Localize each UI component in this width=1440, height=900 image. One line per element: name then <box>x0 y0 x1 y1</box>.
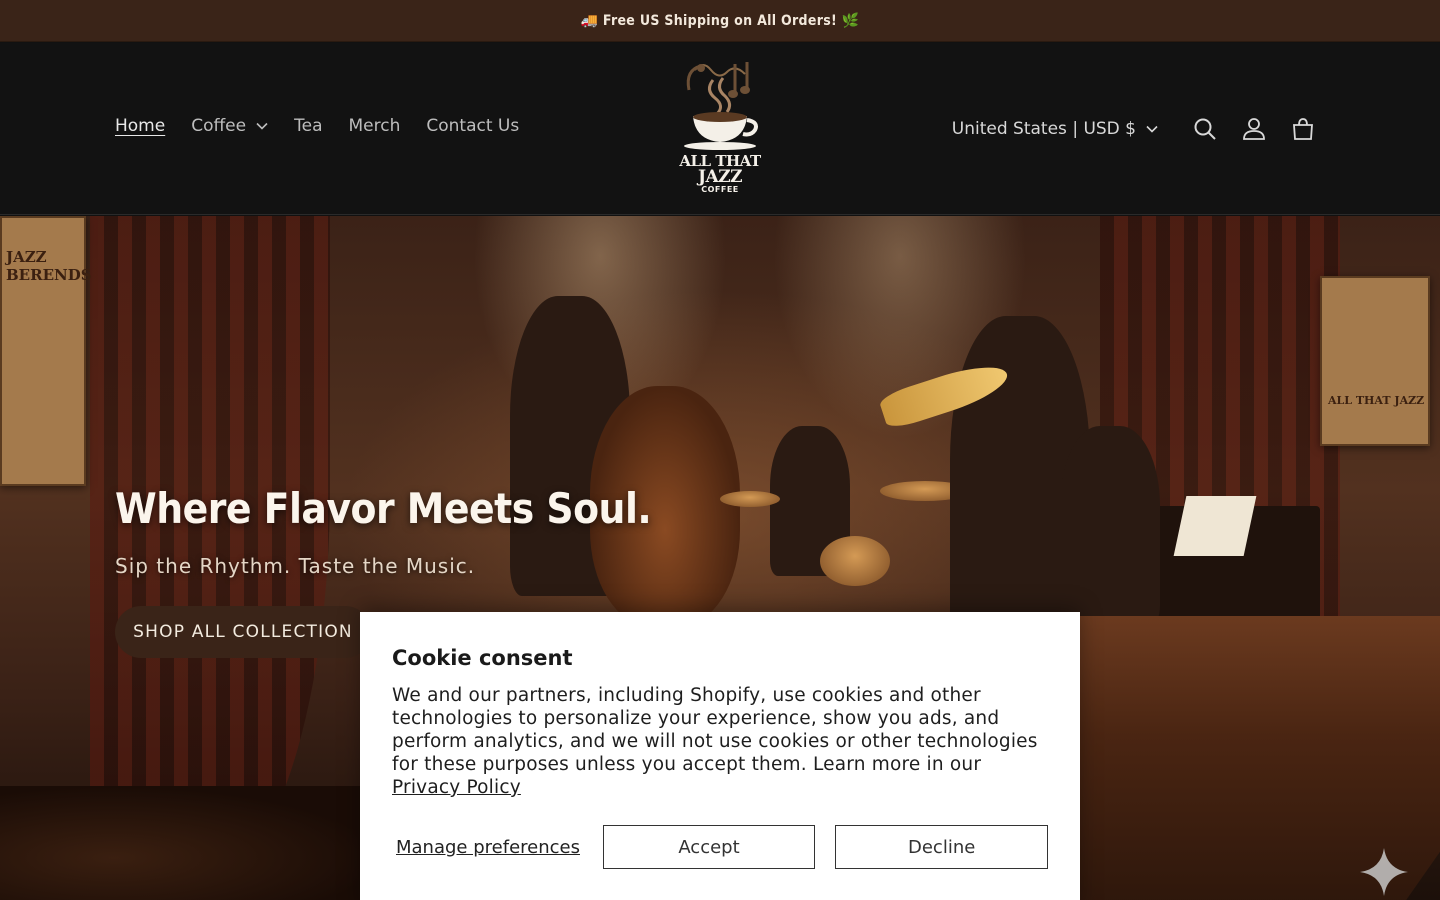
announcement-bar: 🚚 Free US Shipping on All Orders! 🌿 <box>0 0 1440 42</box>
hero-drum <box>820 536 890 586</box>
cookie-consent-dialog: Cookie consent We and our partners, incl… <box>360 612 1080 900</box>
nav-item-merch[interactable]: Merch <box>348 116 400 136</box>
nav-item-label: Coffee <box>191 116 247 136</box>
nav-item-label: Contact Us <box>426 116 520 136</box>
account-button[interactable] <box>1232 109 1276 149</box>
account-icon <box>1243 118 1265 140</box>
coffee-cup-logo-icon <box>684 62 758 150</box>
country-selector[interactable]: United States | USD $ <box>952 119 1158 139</box>
nav-item-label: Merch <box>348 116 401 136</box>
hero-poster-right: ALL THAT JAZZ <box>1320 276 1430 446</box>
announcement-text: 🚚 Free US Shipping on All Orders! 🌿 <box>580 12 860 29</box>
chevron-down-icon <box>1146 125 1158 133</box>
sparkle-icon[interactable] <box>1358 846 1410 898</box>
poster-left-text: JAZZ BERENDS <box>6 248 92 284</box>
cookie-consent-text: We and our partners, including Shopify, … <box>392 685 1038 775</box>
search-icon <box>1194 118 1216 140</box>
hero-poster-left: JAZZ BERENDS <box>0 216 92 486</box>
hero-cymbal <box>720 491 780 507</box>
manage-preferences-button[interactable]: Manage preferences <box>392 837 602 858</box>
site-logo[interactable]: ALL THAT JAZZ COFFEE <box>670 60 770 200</box>
privacy-policy-link[interactable]: Privacy Policy <box>392 777 521 798</box>
nav-item-contact-us[interactable]: Contact Us <box>426 116 519 136</box>
cookie-consent-actions: Manage preferences Accept Decline <box>392 825 1048 869</box>
logo-text-line2: JAZZ <box>697 167 743 187</box>
nav-item-tea[interactable]: Tea <box>294 116 322 136</box>
shop-all-collection-button[interactable]: SHOP ALL COLLECTION <box>115 606 371 658</box>
cookie-consent-body: We and our partners, including Shopify, … <box>392 684 1042 799</box>
hero-sheet-music <box>1173 496 1257 556</box>
poster-right-text: ALL THAT JAZZ <box>1328 394 1425 407</box>
main-nav: Home Coffee Tea Merch Contact Us <box>115 116 545 136</box>
header-actions: United States | USD $ <box>952 109 1325 149</box>
country-selector-label: United States | USD $ <box>951 119 1136 139</box>
hero-title: Where Flavor Meets Soul. <box>115 484 652 533</box>
cart-button[interactable] <box>1281 109 1325 149</box>
accept-button[interactable]: Accept <box>602 825 816 869</box>
site-header: Home Coffee Tea Merch Contact Us ALL THA… <box>0 43 1440 215</box>
logo-text-line3: COFFEE <box>701 185 739 194</box>
chevron-down-icon <box>256 122 268 130</box>
cookie-consent-title: Cookie consent <box>392 646 573 670</box>
hero-pianist-figure <box>1060 426 1160 626</box>
nav-item-label: Home <box>115 116 166 136</box>
nav-item-coffee[interactable]: Coffee <box>191 116 268 136</box>
nav-item-label: Tea <box>294 116 323 136</box>
decline-button[interactable]: Decline <box>835 825 1048 869</box>
hero-subtitle: Sip the Rhythm. Taste the Music. <box>115 554 476 578</box>
search-button[interactable] <box>1183 109 1227 149</box>
hero-coffee-beans <box>0 786 380 900</box>
nav-item-home[interactable]: Home <box>115 116 165 136</box>
cart-icon <box>1293 118 1313 140</box>
